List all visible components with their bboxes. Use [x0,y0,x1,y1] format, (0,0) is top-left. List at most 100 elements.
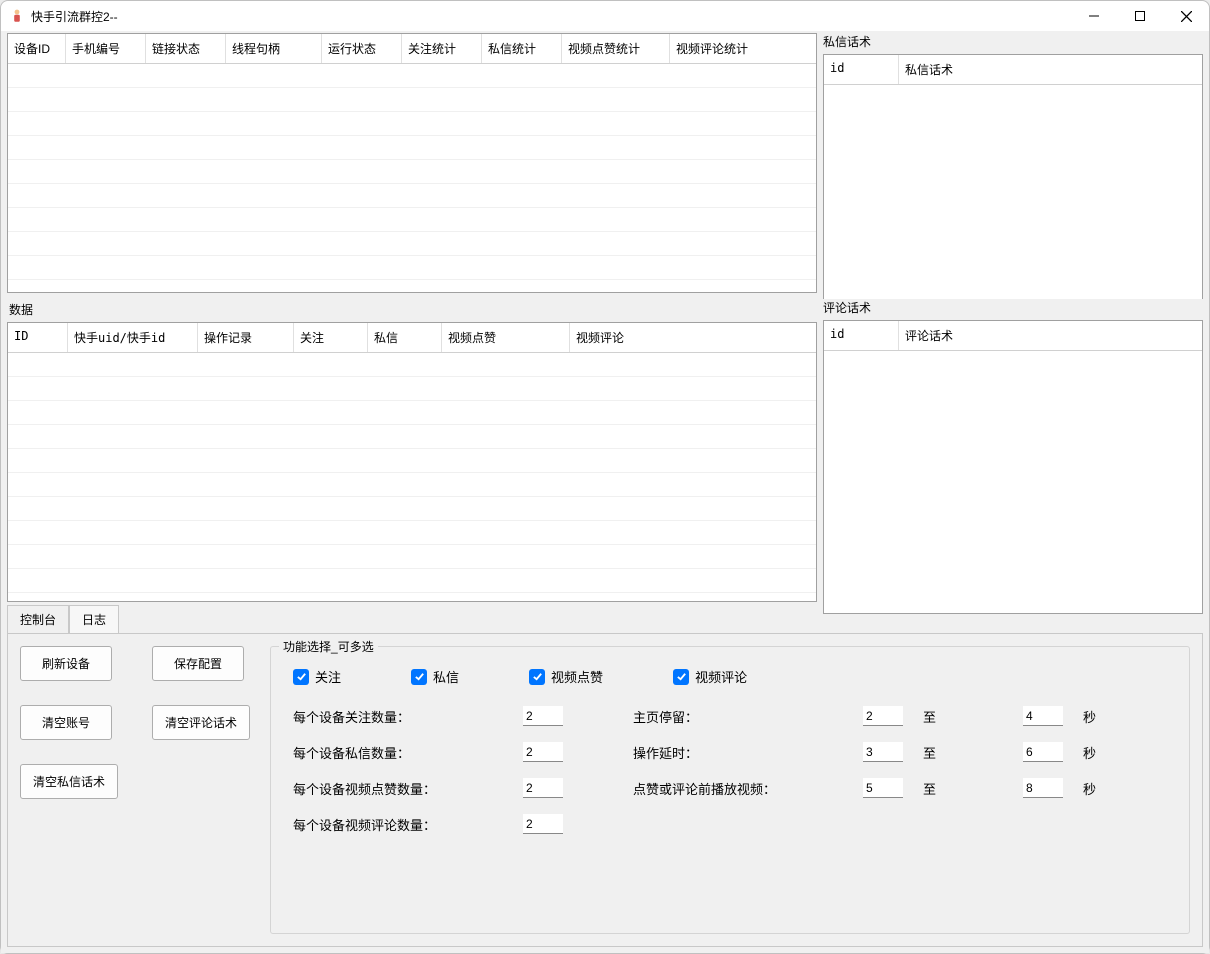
input-op-delay-max[interactable] [1023,742,1063,762]
minimize-button[interactable] [1071,1,1117,31]
close-button[interactable] [1163,1,1209,31]
input-play-max[interactable] [1023,778,1063,798]
table-row[interactable] [8,545,816,569]
input-pm-count[interactable] [523,742,563,762]
label-play-before: 点赞或评论前播放视频： [633,779,853,798]
col-pm[interactable]: 私信 [368,323,442,352]
pm-script-table[interactable]: id 私信话术 [823,54,1203,308]
label-pm-count: 每个设备私信数量： [293,743,513,762]
input-home-delay-min[interactable] [863,706,903,726]
col-pm-text[interactable]: 私信话术 [899,55,1202,84]
comment-script-panel: 评论话术 id 评论话术 [823,299,1203,599]
checkbox-comment-label: 视频评论 [695,667,747,686]
device-table[interactable]: 设备ID 手机编号 链接状态 线程句柄 运行状态 关注统计 私信统计 视频点赞统… [7,33,817,293]
comment-script-title: 评论话术 [823,299,1203,320]
label-like-count: 每个设备视频点赞数量： [293,779,513,798]
checkbox-follow-label: 关注 [315,667,341,686]
col-id[interactable]: ID [8,323,68,352]
col-video-like[interactable]: 视频点赞 [442,323,570,352]
table-row[interactable] [8,256,816,280]
table-row[interactable] [8,497,816,521]
table-row[interactable] [8,425,816,449]
check-icon [673,669,689,685]
data-title: 数据 [7,299,817,322]
col-follow[interactable]: 关注 [294,323,368,352]
table-row[interactable] [8,377,816,401]
col-pm-stat[interactable]: 私信统计 [482,34,562,63]
clear-comment-script-button[interactable]: 清空评论话术 [152,705,250,740]
input-play-min[interactable] [863,778,903,798]
label-sec: 秒 [1083,743,1173,762]
col-device-id[interactable]: 设备ID [8,34,66,63]
checkbox-comment[interactable]: 视频评论 [673,667,747,686]
comment-script-table[interactable]: id 评论话术 [823,320,1203,614]
col-comment-stat[interactable]: 视频评论统计 [670,34,816,63]
table-row[interactable] [8,208,816,232]
label-to: 至 [923,707,1013,726]
check-icon [529,669,545,685]
refresh-devices-button[interactable]: 刷新设备 [20,646,112,681]
table-row[interactable] [8,353,816,377]
label-sec: 秒 [1083,707,1173,726]
function-group-title: 功能选择_可多选 [279,638,378,655]
col-cm-id[interactable]: id [824,321,899,350]
clear-account-button[interactable]: 清空账号 [20,705,112,740]
input-like-count[interactable] [523,778,563,798]
window-title: 快手引流群控2-- [31,8,118,25]
pm-script-panel: 私信话术 id 私信话术 [823,33,1203,293]
table-row[interactable] [8,64,816,88]
checkbox-follow[interactable]: 关注 [293,667,341,686]
button-column: 刷新设备 保存配置 清空账号 清空评论话术 清空私信话术 [20,646,250,934]
checkbox-like[interactable]: 视频点赞 [529,667,603,686]
data-panel: 数据 ID 快手uid/快手id 操作记录 关注 私信 视频点赞 视频评论 [7,299,817,599]
col-conn-state[interactable]: 链接状态 [146,34,226,63]
table-row[interactable] [8,112,816,136]
input-comment-count[interactable] [523,814,563,834]
maximize-button[interactable] [1117,1,1163,31]
table-row[interactable] [8,521,816,545]
col-phone-no[interactable]: 手机编号 [66,34,146,63]
input-follow-count[interactable] [523,706,563,726]
col-run-state[interactable]: 运行状态 [322,34,402,63]
col-follow-stat[interactable]: 关注统计 [402,34,482,63]
label-follow-count: 每个设备关注数量： [293,707,513,726]
table-row[interactable] [8,401,816,425]
content-area: 设备ID 手机编号 链接状态 线程句柄 运行状态 关注统计 私信统计 视频点赞统… [1,31,1209,953]
table-row[interactable] [8,160,816,184]
col-pm-id[interactable]: id [824,55,899,84]
label-op-delay: 操作延时： [633,743,853,762]
data-table[interactable]: ID 快手uid/快手id 操作记录 关注 私信 视频点赞 视频评论 [7,322,817,602]
table-row[interactable] [8,88,816,112]
table-row[interactable] [8,136,816,160]
device-table-header: 设备ID 手机编号 链接状态 线程句柄 运行状态 关注统计 私信统计 视频点赞统… [8,34,816,64]
label-to: 至 [923,743,1013,762]
app-window: 快手引流群控2-- 设备ID 手机编号 链接状态 线程句柄 运行状态 关注统计 [0,0,1210,954]
col-like-stat[interactable]: 视频点赞统计 [562,34,670,63]
tab-log[interactable]: 日志 [69,605,119,634]
table-row[interactable] [8,473,816,497]
input-home-delay-max[interactable] [1023,706,1063,726]
table-row[interactable] [8,449,816,473]
console-tabpanel: 刷新设备 保存配置 清空账号 清空评论话术 清空私信话术 功能选择_可多选 [7,633,1203,947]
checkbox-pm[interactable]: 私信 [411,667,459,686]
table-row[interactable] [8,184,816,208]
pm-script-title: 私信话术 [823,33,1203,54]
col-thread-handle[interactable]: 线程句柄 [226,34,322,63]
clear-pm-script-button[interactable]: 清空私信话术 [20,764,118,799]
table-row[interactable] [8,232,816,256]
device-table-body [8,64,816,280]
label-comment-count: 每个设备视频评论数量： [293,815,513,834]
titlebar: 快手引流群控2-- [1,1,1209,31]
checkbox-pm-label: 私信 [433,667,459,686]
checkbox-like-label: 视频点赞 [551,667,603,686]
check-icon [411,669,427,685]
col-op-record[interactable]: 操作记录 [198,323,294,352]
col-cm-text[interactable]: 评论话术 [899,321,1202,350]
input-op-delay-min[interactable] [863,742,903,762]
tab-console[interactable]: 控制台 [7,605,69,634]
bottom-panel: 控制台 日志 刷新设备 保存配置 清空账号 清空评论话术 清空私信话术 [7,605,1203,947]
col-video-comment[interactable]: 视频评论 [570,323,816,352]
table-row[interactable] [8,569,816,593]
col-ks-uid[interactable]: 快手uid/快手id [68,323,198,352]
save-config-button[interactable]: 保存配置 [152,646,244,681]
